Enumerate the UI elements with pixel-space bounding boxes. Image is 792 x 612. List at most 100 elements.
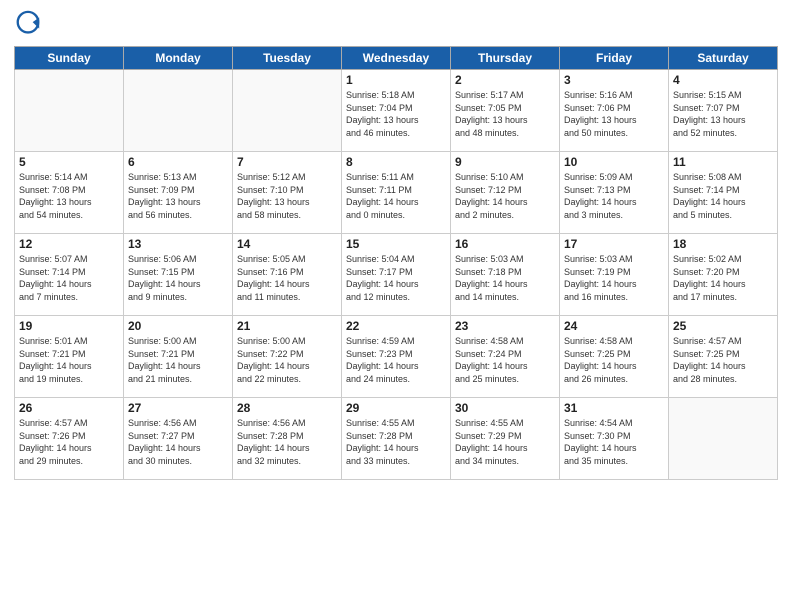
logo-icon	[14, 10, 42, 38]
calendar-cell: 16 Sunrise: 5:03 AMSunset: 7:18 PMDayligh…	[451, 234, 560, 316]
day-number: 9	[455, 155, 555, 169]
calendar-cell: 10 Sunrise: 5:09 AMSunset: 7:13 PMDayligh…	[560, 152, 669, 234]
cell-info: Sunrise: 5:04 AMSunset: 7:17 PMDaylight:…	[346, 253, 446, 303]
header	[14, 10, 778, 38]
calendar-cell: 21 Sunrise: 5:00 AMSunset: 7:22 PMDayligh…	[233, 316, 342, 398]
calendar-cell: 15Sunrise: 5:04 AMSunset: 7:17 PMDayligh…	[342, 234, 451, 316]
calendar-cell: 31Sunrise: 4:54 AMSunset: 7:30 PMDayligh…	[560, 398, 669, 480]
cell-info: Sunrise: 5:16 AMSunset: 7:06 PMDaylight:…	[564, 89, 664, 139]
day-number: 20	[128, 319, 228, 333]
calendar-cell: 8 Sunrise: 5:11 AMSunset: 7:11 PMDaylight…	[342, 152, 451, 234]
day-number: 22	[346, 319, 446, 333]
calendar-day-header: Sunday	[15, 47, 124, 70]
calendar-cell: 14 Sunrise: 5:05 AMSunset: 7:16 PMDayligh…	[233, 234, 342, 316]
calendar-cell	[669, 398, 778, 480]
day-number: 6	[128, 155, 228, 169]
cell-info: Sunrise: 5:03 AMSunset: 7:18 PMDaylight:…	[455, 253, 555, 303]
calendar-cell: 4 Sunrise: 5:15 AMSunset: 7:07 PMDaylight…	[669, 70, 778, 152]
day-number: 5	[19, 155, 119, 169]
cell-info: Sunrise: 5:06 AMSunset: 7:15 PMDaylight:…	[128, 253, 228, 303]
calendar-day-header: Thursday	[451, 47, 560, 70]
day-number: 16	[455, 237, 555, 251]
calendar-day-header: Wednesday	[342, 47, 451, 70]
calendar-week-row: 1Sunrise: 5:18 AMSunset: 7:04 PMDaylight…	[15, 70, 778, 152]
cell-info: Sunrise: 5:14 AMSunset: 7:08 PMDaylight:…	[19, 171, 119, 221]
calendar-week-row: 5 Sunrise: 5:14 AMSunset: 7:08 PMDaylight…	[15, 152, 778, 234]
calendar-cell	[233, 70, 342, 152]
calendar-cell: 17Sunrise: 5:03 AMSunset: 7:19 PMDayligh…	[560, 234, 669, 316]
cell-info: Sunrise: 5:15 AMSunset: 7:07 PMDaylight:…	[673, 89, 773, 139]
calendar-cell: 3 Sunrise: 5:16 AMSunset: 7:06 PMDaylight…	[560, 70, 669, 152]
calendar-table: SundayMondayTuesdayWednesdayThursdayFrid…	[14, 46, 778, 480]
cell-info: Sunrise: 4:56 AMSunset: 7:28 PMDaylight:…	[237, 417, 337, 467]
cell-info: Sunrise: 4:58 AMSunset: 7:24 PMDaylight:…	[455, 335, 555, 385]
calendar-cell: 24Sunrise: 4:58 AMSunset: 7:25 PMDayligh…	[560, 316, 669, 398]
cell-info: Sunrise: 4:56 AMSunset: 7:27 PMDaylight:…	[128, 417, 228, 467]
cell-info: Sunrise: 4:55 AMSunset: 7:29 PMDaylight:…	[455, 417, 555, 467]
day-number: 4	[673, 73, 773, 87]
calendar-day-header: Friday	[560, 47, 669, 70]
calendar-cell: 30 Sunrise: 4:55 AMSunset: 7:29 PMDayligh…	[451, 398, 560, 480]
day-number: 13	[128, 237, 228, 251]
logo	[14, 10, 44, 38]
cell-info: Sunrise: 5:00 AMSunset: 7:21 PMDaylight:…	[128, 335, 228, 385]
calendar-cell: 7 Sunrise: 5:12 AMSunset: 7:10 PMDaylight…	[233, 152, 342, 234]
page-container: SundayMondayTuesdayWednesdayThursdayFrid…	[0, 0, 792, 490]
day-number: 24	[564, 319, 664, 333]
calendar-cell: 19Sunrise: 5:01 AMSunset: 7:21 PMDayligh…	[15, 316, 124, 398]
cell-info: Sunrise: 5:05 AMSunset: 7:16 PMDaylight:…	[237, 253, 337, 303]
calendar-cell: 29Sunrise: 4:55 AMSunset: 7:28 PMDayligh…	[342, 398, 451, 480]
day-number: 30	[455, 401, 555, 415]
cell-info: Sunrise: 5:11 AMSunset: 7:11 PMDaylight:…	[346, 171, 446, 221]
day-number: 26	[19, 401, 119, 415]
cell-info: Sunrise: 5:00 AMSunset: 7:22 PMDaylight:…	[237, 335, 337, 385]
day-number: 7	[237, 155, 337, 169]
calendar-week-row: 12 Sunrise: 5:07 AMSunset: 7:14 PMDayligh…	[15, 234, 778, 316]
calendar-day-header: Monday	[124, 47, 233, 70]
cell-info: Sunrise: 4:57 AMSunset: 7:25 PMDaylight:…	[673, 335, 773, 385]
calendar-cell: 5 Sunrise: 5:14 AMSunset: 7:08 PMDaylight…	[15, 152, 124, 234]
cell-info: Sunrise: 5:17 AMSunset: 7:05 PMDaylight:…	[455, 89, 555, 139]
calendar-cell: 6 Sunrise: 5:13 AMSunset: 7:09 PMDaylight…	[124, 152, 233, 234]
cell-info: Sunrise: 5:10 AMSunset: 7:12 PMDaylight:…	[455, 171, 555, 221]
calendar-cell: 9 Sunrise: 5:10 AMSunset: 7:12 PMDaylight…	[451, 152, 560, 234]
day-number: 27	[128, 401, 228, 415]
calendar-cell: 12 Sunrise: 5:07 AMSunset: 7:14 PMDayligh…	[15, 234, 124, 316]
cell-info: Sunrise: 5:03 AMSunset: 7:19 PMDaylight:…	[564, 253, 664, 303]
calendar-cell: 20 Sunrise: 5:00 AMSunset: 7:21 PMDayligh…	[124, 316, 233, 398]
day-number: 18	[673, 237, 773, 251]
day-number: 29	[346, 401, 446, 415]
day-number: 21	[237, 319, 337, 333]
cell-info: Sunrise: 5:07 AMSunset: 7:14 PMDaylight:…	[19, 253, 119, 303]
cell-info: Sunrise: 5:09 AMSunset: 7:13 PMDaylight:…	[564, 171, 664, 221]
day-number: 10	[564, 155, 664, 169]
calendar-cell: 23Sunrise: 4:58 AMSunset: 7:24 PMDayligh…	[451, 316, 560, 398]
cell-info: Sunrise: 5:08 AMSunset: 7:14 PMDaylight:…	[673, 171, 773, 221]
calendar-cell: 2 Sunrise: 5:17 AMSunset: 7:05 PMDaylight…	[451, 70, 560, 152]
calendar-week-row: 19Sunrise: 5:01 AMSunset: 7:21 PMDayligh…	[15, 316, 778, 398]
day-number: 19	[19, 319, 119, 333]
cell-info: Sunrise: 4:54 AMSunset: 7:30 PMDaylight:…	[564, 417, 664, 467]
calendar-cell: 11Sunrise: 5:08 AMSunset: 7:14 PMDayligh…	[669, 152, 778, 234]
calendar-day-header: Saturday	[669, 47, 778, 70]
calendar-cell: 18Sunrise: 5:02 AMSunset: 7:20 PMDayligh…	[669, 234, 778, 316]
day-number: 12	[19, 237, 119, 251]
calendar-week-row: 26Sunrise: 4:57 AMSunset: 7:26 PMDayligh…	[15, 398, 778, 480]
calendar-header-row: SundayMondayTuesdayWednesdayThursdayFrid…	[15, 47, 778, 70]
day-number: 1	[346, 73, 446, 87]
calendar-cell: 1Sunrise: 5:18 AMSunset: 7:04 PMDaylight…	[342, 70, 451, 152]
calendar-cell	[15, 70, 124, 152]
day-number: 2	[455, 73, 555, 87]
day-number: 3	[564, 73, 664, 87]
cell-info: Sunrise: 5:12 AMSunset: 7:10 PMDaylight:…	[237, 171, 337, 221]
day-number: 25	[673, 319, 773, 333]
calendar-cell: 25 Sunrise: 4:57 AMSunset: 7:25 PMDayligh…	[669, 316, 778, 398]
calendar-cell: 22Sunrise: 4:59 AMSunset: 7:23 PMDayligh…	[342, 316, 451, 398]
day-number: 14	[237, 237, 337, 251]
calendar-cell	[124, 70, 233, 152]
day-number: 28	[237, 401, 337, 415]
calendar-day-header: Tuesday	[233, 47, 342, 70]
day-number: 8	[346, 155, 446, 169]
cell-info: Sunrise: 5:13 AMSunset: 7:09 PMDaylight:…	[128, 171, 228, 221]
calendar-cell: 13 Sunrise: 5:06 AMSunset: 7:15 PMDayligh…	[124, 234, 233, 316]
